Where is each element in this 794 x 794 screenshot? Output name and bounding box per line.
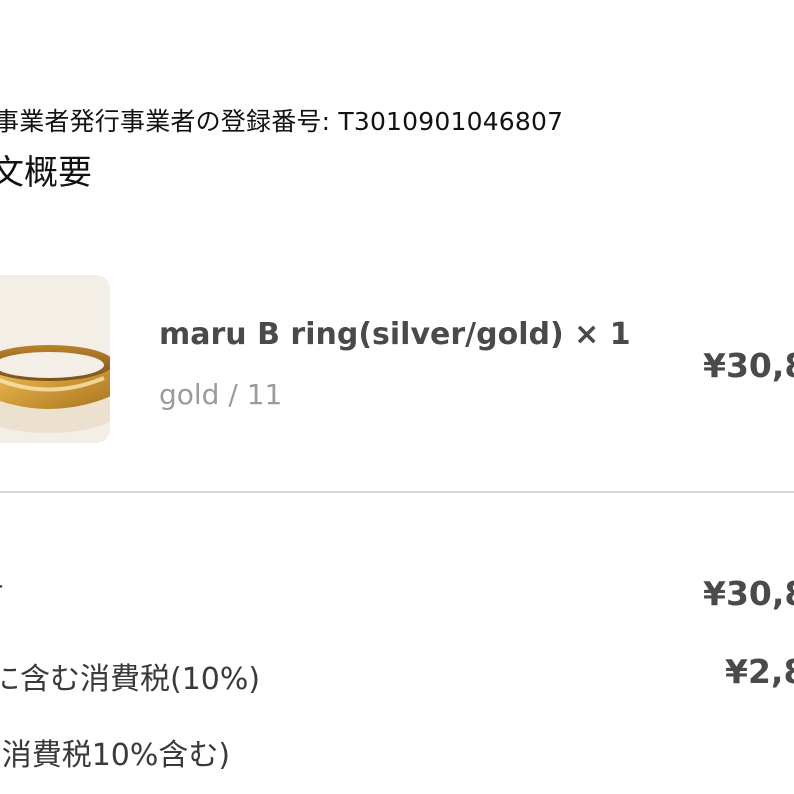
section-divider: [0, 491, 794, 493]
product-thumbnail[interactable]: [0, 275, 110, 443]
gold-ring-icon: [0, 345, 110, 433]
total-label: (消費税10%含む): [0, 738, 231, 773]
product-variant: gold / 11: [159, 378, 283, 411]
subtotal-label: †: [0, 574, 3, 609]
tax-value: ¥2,8: [725, 652, 794, 691]
subtotal-value: ¥30,8: [703, 574, 794, 613]
tax-label: に含む消費税(10%): [0, 662, 261, 697]
line-item-price: ¥30,8: [703, 346, 794, 385]
order-summary-title: 文概要: [0, 153, 92, 193]
product-name[interactable]: maru B ring(silver/gold) × 1: [159, 317, 631, 352]
registration-number-line: 事業者発行事業者の登録番号: T3010901046807: [0, 107, 564, 136]
